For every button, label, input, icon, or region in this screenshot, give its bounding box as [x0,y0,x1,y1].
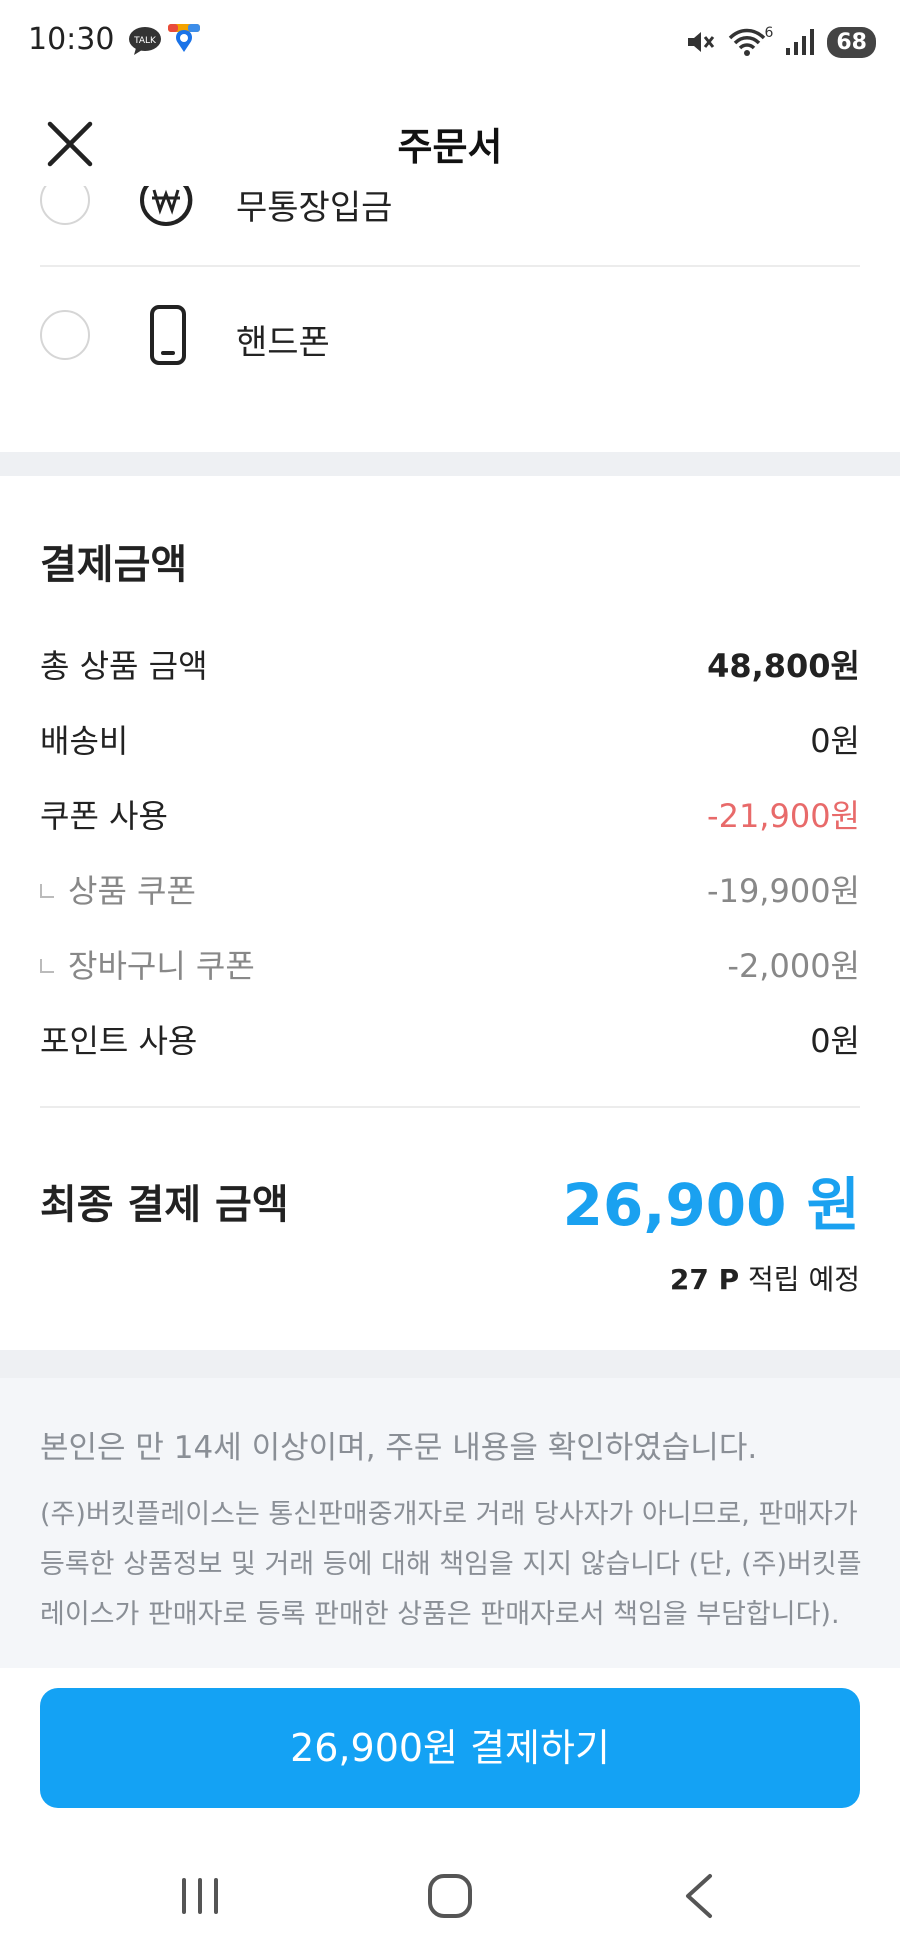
recent-apps-icon[interactable] [170,1868,230,1924]
section-gap [0,452,900,476]
method-label-phone: 핸드폰 [236,323,330,363]
points-earn-info: 27 P 적립 예정 [670,1258,860,1298]
sub-item-corner-icon [40,959,54,973]
row-points-used: 포인트 사용 0원 [40,1010,860,1060]
radio-phone[interactable] [40,310,90,360]
order-notice: 본인은 만 14세 이상이며, 주문 내용을 확인하였습니다. (주)버킷플레이… [0,1378,900,1668]
svg-text:TALK: TALK [133,36,157,46]
wifi-icon [729,28,766,56]
section-gap [0,1350,900,1378]
row-label: 포인트 사용 [40,1022,198,1060]
row-total-product: 총 상품 금액 48,800원 [40,635,860,685]
final-amount-label: 최종 결제 금액 [40,1182,289,1228]
row-value: -2,000원 [727,947,860,985]
summary-title: 결제금액 [40,542,188,588]
row-label: 쿠폰 사용 [40,797,168,835]
row-value: 0원 [810,1022,860,1060]
app-header: 주문서 [0,86,900,186]
battery-indicator: 68 [827,26,876,58]
pay-button[interactable]: 26,900원 결제하기 [40,1688,860,1808]
row-label: 상품 쿠폰 [68,872,196,910]
row-label: 배송비 [40,722,129,760]
status-time: 10:30 [28,22,115,57]
home-icon[interactable] [420,1868,480,1924]
row-product-coupon: 상품 쿠폰 -19,900원 [40,860,860,910]
row-value: 48,800원 [707,647,860,685]
payment-method-phone[interactable]: 핸드폰 [40,275,860,395]
method-label-bank-transfer: 무통장입금 [236,188,393,228]
phone-icon [150,305,186,365]
points-text: 적립 예정 [748,1263,860,1296]
row-value: -19,900원 [707,872,860,910]
page-title: 주문서 [397,125,503,169]
points-amount: 27 P [669,1263,740,1296]
wifi-badge: 6 [764,25,774,41]
method-divider [40,265,860,267]
row-value: 0원 [810,722,860,760]
disclaimer-text: (주)버킷플레이스는 통신판매중개자로 거래 당사자가 아니므로, 판매자가 등… [40,1499,862,1630]
age-confirm-text: 본인은 만 14세 이상이며, 주문 내용을 확인하였습니다. [40,1430,758,1466]
status-icons: 6 68 [684,24,876,60]
status-bar: 10:30 TALK 6 68 [0,0,900,86]
row-shipping: 배송비 0원 [40,710,860,760]
signal-icon [786,29,815,55]
row-label: 총 상품 금액 [40,647,208,685]
back-icon[interactable] [670,1868,730,1924]
row-label: 장바구니 쿠폰 [68,947,255,985]
sub-item-corner-icon [40,884,54,898]
location-pin-icon [168,24,200,52]
row-value: -21,900원 [707,797,860,835]
kakaotalk-icon: TALK [129,27,161,55]
row-coupon-total: 쿠폰 사용 -21,900원 [40,785,860,835]
system-nav-bar [0,1840,900,1950]
summary-divider [40,1106,860,1108]
row-cart-coupon: 장바구니 쿠폰 -2,000원 [40,935,860,985]
mute-icon [688,32,715,52]
final-amount-value: 26,900 원 [562,1171,860,1239]
